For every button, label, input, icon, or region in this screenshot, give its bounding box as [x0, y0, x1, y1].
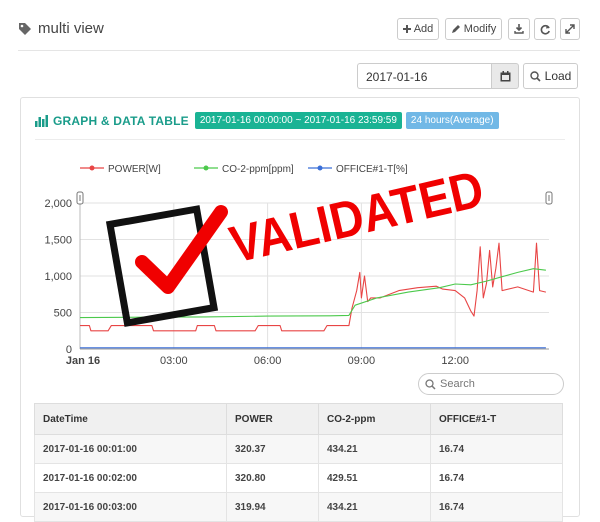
cell-co2: 429.51: [318, 463, 431, 493]
legend-label: OFFICE#1-T[%]: [336, 164, 408, 175]
cell-datetime: 2017-01-16 00:02:00: [34, 463, 227, 493]
legend-label: CO-2-ppm[ppm]: [222, 164, 294, 175]
x-tick-label: 06:00: [254, 355, 282, 367]
cell-co2: 434.21: [318, 434, 431, 464]
y-tick-label: 1,500: [44, 235, 72, 247]
column-header-co2[interactable]: CO-2-ppm: [318, 403, 431, 435]
x-tick-label: 03:00: [160, 355, 188, 367]
search-icon: [425, 378, 436, 390]
cell-office-t: 16.74: [430, 492, 563, 522]
legend-swatch-marker: [317, 165, 323, 171]
y-tick-label: 1,000: [44, 271, 72, 283]
table-row: 2017-01-16 00:03:00 319.94 434.21 16.74: [34, 492, 563, 522]
legend-label: POWER[W]: [108, 164, 161, 175]
cell-datetime: 2017-01-16 00:01:00: [34, 434, 227, 464]
table-row: 2017-01-16 00:01:00 320.37 434.21 16.74: [34, 434, 563, 464]
x-tick-label: 12:00: [441, 355, 469, 367]
column-header-datetime[interactable]: DateTime: [34, 403, 227, 435]
cell-office-t: 16.74: [430, 463, 563, 493]
column-header-office-t[interactable]: OFFICE#1-T: [430, 403, 563, 435]
data-table: DateTime POWER CO-2-ppm OFFICE#1-T 2017-…: [34, 403, 563, 522]
cell-datetime: 2017-01-16 00:03:00: [34, 492, 227, 522]
cell-power: 320.80: [226, 463, 319, 493]
table-header-row: DateTime POWER CO-2-ppm OFFICE#1-T: [34, 403, 563, 435]
column-header-power[interactable]: POWER: [226, 403, 319, 435]
table-row: 2017-01-16 00:02:00 320.80 429.51 16.74: [34, 463, 563, 493]
search-placeholder: Search: [440, 378, 475, 390]
cell-office-t: 16.74: [430, 434, 563, 464]
y-tick-label: 2,000: [44, 198, 72, 210]
stamp-box: [105, 205, 219, 327]
cell-power: 319.94: [226, 492, 319, 522]
cell-co2: 434.21: [318, 492, 431, 522]
legend-swatch-marker: [203, 165, 209, 171]
cell-power: 320.37: [226, 434, 319, 464]
table-search-input[interactable]: Search: [418, 373, 564, 395]
x-tick-label: Jan 16: [66, 355, 100, 367]
y-tick-label: 500: [54, 308, 72, 320]
validated-stamp: VALIDATED: [225, 160, 489, 275]
x-tick-label: 09:00: [348, 355, 376, 367]
legend-swatch-marker: [89, 165, 95, 171]
